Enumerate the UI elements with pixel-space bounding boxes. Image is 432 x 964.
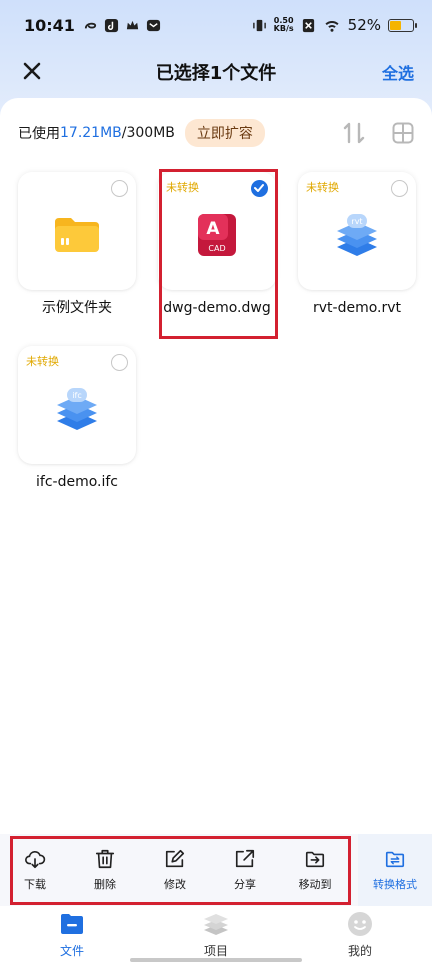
file-item-rvt[interactable]: 未转换 rvt rvt-demo.rvt [298, 172, 416, 318]
nav-files[interactable]: 文件 [0, 906, 144, 964]
layers-icon [204, 914, 228, 935]
nav-projects-label: 项目 [203, 944, 228, 958]
close-icon [23, 62, 41, 80]
autocad-icon: A CAD [198, 214, 236, 256]
file-name: 示例文件夹 [42, 300, 112, 316]
move-to-label: 移动到 [298, 878, 332, 891]
file-item-folder[interactable]: 示例文件夹 [18, 172, 136, 318]
nav-mine[interactable]: 我的 [288, 906, 432, 964]
sort-icon[interactable] [342, 120, 366, 146]
cad-icon-letter: A [206, 219, 220, 239]
file-card[interactable]: 未转换 ifc [18, 346, 136, 464]
file-card[interactable] [18, 172, 136, 290]
delete-button[interactable]: 删除 [70, 834, 140, 906]
nav-projects[interactable]: 项目 [144, 906, 288, 964]
storage-total: /300MB [121, 125, 175, 141]
home-indicator[interactable] [130, 958, 302, 962]
status-right: 0.50 KB/s 52% [252, 16, 417, 34]
page-title: 已选择1个文件 [155, 63, 277, 84]
mail-icon [146, 19, 160, 31]
storage-prefix: 已使用 [18, 126, 60, 142]
layers-ifc-icon: ifc [57, 388, 97, 430]
select-checkbox[interactable] [391, 180, 408, 197]
checkmark-icon [254, 184, 264, 192]
battery-percent: 52% [347, 16, 381, 34]
selection-header: 已选择1个文件 全选 [0, 50, 432, 94]
unconverted-tag: 未转换 [166, 181, 199, 194]
wifi-icon [325, 20, 339, 32]
battery-icon [388, 18, 417, 32]
close-button[interactable] [18, 57, 46, 85]
cloud-download-icon [25, 850, 46, 869]
unconverted-tag: 未转换 [306, 181, 339, 194]
tiktok-icon [104, 18, 118, 32]
net-speed-unit: KB/s [273, 24, 294, 33]
convert-format-label: 转换格式 [373, 878, 418, 891]
files-folder-icon [61, 914, 83, 934]
file-item-dwg[interactable]: 未转换 A CAD dwg-demo.dwg [158, 172, 276, 318]
battery-level [390, 20, 402, 30]
ifc-icon-label: ifc [72, 391, 81, 400]
file-item-ifc[interactable]: 未转换 ifc ifc-demo.ifc [18, 346, 136, 492]
file-name: ifc-demo.ifc [36, 474, 118, 490]
download-button[interactable]: 下载 [0, 834, 70, 906]
share-icon [235, 849, 255, 868]
folder-icon [55, 218, 99, 252]
select-checkbox[interactable] [111, 354, 128, 371]
crown-icon [126, 20, 139, 29]
unconverted-tag: 未转换 [26, 355, 59, 368]
edit-label: 修改 [164, 878, 187, 891]
net-speed: 0.50 KB/s [274, 17, 294, 33]
status-time: 10:41 [24, 15, 75, 35]
status-bar: 10:41 0.50 KB/s 52% [0, 0, 432, 50]
move-to-button[interactable]: 移动到 [280, 834, 350, 906]
select-checkbox-checked[interactable] [251, 180, 268, 197]
delete-label: 删除 [94, 878, 117, 891]
file-card[interactable]: 未转换 A CAD [158, 172, 276, 290]
file-name: dwg-demo.dwg [163, 300, 271, 316]
edit-icon [165, 849, 185, 868]
file-name: rvt-demo.rvt [312, 300, 402, 316]
nav-mine-label: 我的 [347, 944, 372, 958]
vibrate-icon [252, 19, 266, 31]
storage-used: 17.21MB [60, 125, 122, 141]
download-label: 下载 [24, 878, 46, 891]
cad-icon-label: CAD [208, 244, 225, 253]
trash-icon [95, 849, 115, 869]
convert-format-button[interactable]: 转换格式 [358, 834, 432, 906]
layers-rvt-icon: rvt [337, 214, 377, 256]
folder-move-icon [305, 851, 325, 868]
select-all-button[interactable]: 全选 [382, 60, 414, 84]
rvt-icon-label: rvt [351, 217, 362, 226]
select-checkbox[interactable] [111, 180, 128, 197]
file-card[interactable]: 未转换 rvt [298, 172, 416, 290]
file-browser: 已使用 17.21MB/300MB 立即扩容 示例文件夹 未转换 A CAD d… [0, 98, 432, 834]
status-app-icons [83, 18, 161, 33]
share-label: 分享 [234, 878, 257, 891]
sim-x-icon [302, 18, 314, 32]
share-button[interactable]: 分享 [210, 834, 280, 906]
bottom-navigation: 文件 项目 我的 [0, 906, 432, 964]
profile-face-icon [348, 912, 372, 936]
action-bar: 下载 删除 修改 分享 移动到 转换格式 [0, 834, 432, 906]
nav-files-label: 文件 [59, 944, 84, 958]
convert-folder-icon [385, 851, 405, 868]
expand-storage-button[interactable]: 立即扩容 [184, 119, 265, 147]
edit-button[interactable]: 修改 [140, 834, 210, 906]
app-swirl-icon [84, 22, 97, 29]
storage-usage: 已使用 17.21MB/300MB 立即扩容 [18, 119, 265, 147]
grid-view-icon[interactable] [392, 122, 414, 144]
